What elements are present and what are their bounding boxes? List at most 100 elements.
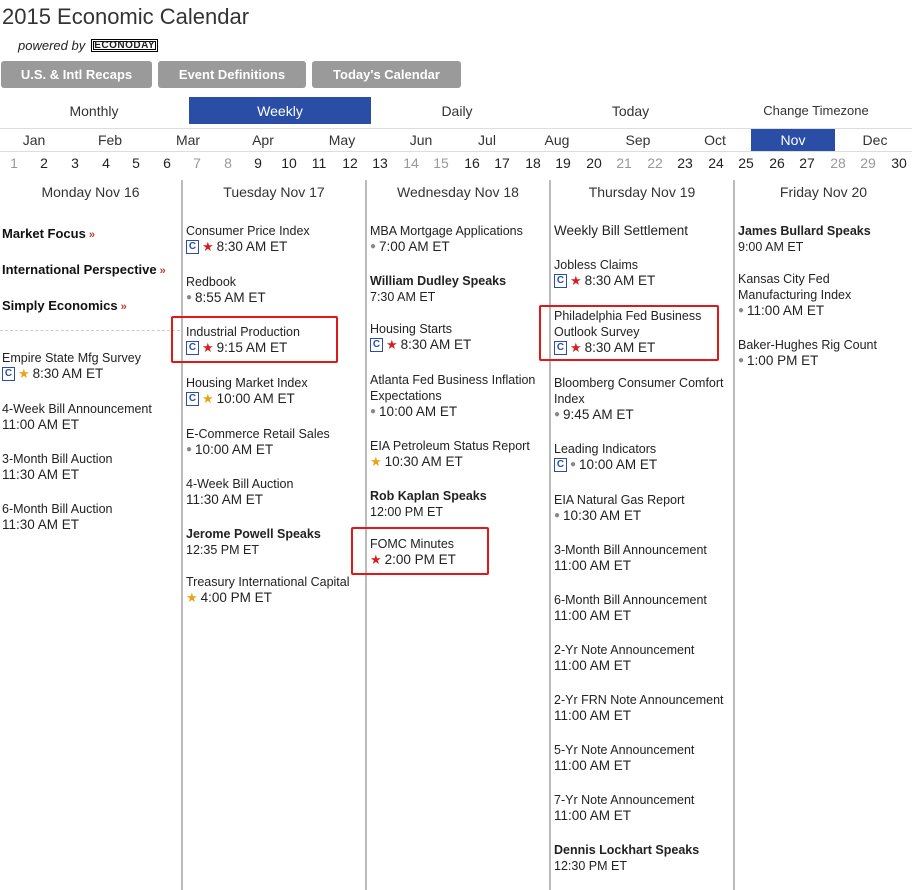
- day-link[interactable]: 28: [826, 155, 850, 171]
- event-name[interactable]: James Bullard Speaks: [738, 223, 871, 239]
- tab-daily[interactable]: Daily: [372, 97, 542, 124]
- day-link[interactable]: 5: [124, 155, 148, 171]
- todays-calendar-button[interactable]: Today's Calendar: [312, 61, 461, 88]
- day-link[interactable]: 16: [460, 155, 484, 171]
- day-link[interactable]: 13: [368, 155, 392, 171]
- event-name[interactable]: Rob Kaplan Speaks: [370, 488, 487, 504]
- day-link[interactable]: 1: [2, 155, 26, 171]
- event-name[interactable]: 6-Month Bill Announcement: [554, 592, 707, 608]
- month-mar[interactable]: Mar: [166, 129, 210, 151]
- event-name[interactable]: 4-Week Bill Auction: [186, 476, 293, 492]
- day-link[interactable]: 11: [307, 155, 331, 171]
- consensus-icon[interactable]: C: [554, 274, 567, 288]
- event-name[interactable]: Consumer Price Index: [186, 223, 310, 239]
- day-link[interactable]: 19: [551, 155, 575, 171]
- day-link[interactable]: 30: [887, 155, 911, 171]
- econoday-logo[interactable]: ECONODAY: [91, 39, 159, 52]
- event-item[interactable]: Jerome Powell Speaks 12:35 PM ET: [186, 526, 321, 558]
- month-apr[interactable]: Apr: [241, 129, 285, 151]
- event-item[interactable]: 3-Month Bill Announcement 11:00 AM ET: [554, 542, 707, 574]
- event-item[interactable]: Redbook ● 8:55 AM ET: [186, 274, 266, 306]
- month-jul[interactable]: Jul: [465, 129, 509, 151]
- event-name[interactable]: 3-Month Bill Announcement: [554, 542, 707, 558]
- event-item[interactable]: 6-Month Bill Announcement 11:00 AM ET: [554, 592, 707, 624]
- day-link[interactable]: 26: [765, 155, 789, 171]
- day-link[interactable]: 2: [32, 155, 56, 171]
- event-item[interactable]: Bloomberg Consumer Comfort Index ● 9:45 A…: [554, 375, 732, 423]
- tab-weekly[interactable]: Weekly: [189, 97, 371, 124]
- event-item[interactable]: 2-Yr Note Announcement 11:00 AM ET: [554, 642, 694, 674]
- event-item[interactable]: 2-Yr FRN Note Announcement 11:00 AM ET: [554, 692, 724, 724]
- event-item[interactable]: Empire State Mfg Survey C ★ 8:30 AM ET: [2, 350, 141, 382]
- event-name[interactable]: MBA Mortgage Applications: [370, 223, 523, 239]
- event-name[interactable]: Empire State Mfg Survey: [2, 350, 141, 366]
- event-name[interactable]: Bloomberg Consumer Comfort Index: [554, 375, 732, 407]
- event-name[interactable]: William Dudley Speaks: [370, 273, 506, 289]
- day-link[interactable]: 17: [490, 155, 514, 171]
- day-link[interactable]: 4: [94, 155, 118, 171]
- event-item[interactable]: William Dudley Speaks 7:30 AM ET: [370, 273, 506, 305]
- month-aug[interactable]: Aug: [535, 129, 579, 151]
- event-name[interactable]: Dennis Lockhart Speaks: [554, 842, 699, 858]
- consensus-icon[interactable]: C: [186, 392, 199, 406]
- event-name[interactable]: 4-Week Bill Announcement: [2, 401, 152, 417]
- day-link[interactable]: 20: [582, 155, 606, 171]
- event-item[interactable]: Baker-Hughes Rig Count ● 1:00 PM ET: [738, 337, 877, 369]
- event-name[interactable]: 6-Month Bill Auction: [2, 501, 112, 517]
- day-link[interactable]: 8: [216, 155, 240, 171]
- day-link[interactable]: 23: [673, 155, 697, 171]
- event-name[interactable]: Atlanta Fed Business Inflation Expectati…: [370, 372, 546, 404]
- event-name[interactable]: 3-Month Bill Auction: [2, 451, 112, 467]
- event-item[interactable]: Leading Indicators C ● 10:00 AM ET: [554, 441, 657, 473]
- event-name[interactable]: Jobless Claims: [554, 257, 655, 273]
- event-item[interactable]: Housing Market Index C ★ 10:00 AM ET: [186, 375, 308, 407]
- event-name[interactable]: Housing Market Index: [186, 375, 308, 391]
- event-item[interactable]: 5-Yr Note Announcement 11:00 AM ET: [554, 742, 694, 774]
- market-focus-link[interactable]: Market Focus»: [2, 226, 95, 241]
- day-link[interactable]: 22: [643, 155, 667, 171]
- event-name[interactable]: 2-Yr Note Announcement: [554, 642, 694, 658]
- event-item[interactable]: 3-Month Bill Auction 11:30 AM ET: [2, 451, 112, 483]
- event-name[interactable]: 7-Yr Note Announcement: [554, 792, 694, 808]
- event-item[interactable]: Weekly Bill Settlement: [554, 223, 688, 239]
- day-link[interactable]: 9: [246, 155, 270, 171]
- event-name[interactable]: E-Commerce Retail Sales: [186, 426, 330, 442]
- month-jun[interactable]: Jun: [399, 129, 443, 151]
- month-feb[interactable]: Feb: [88, 129, 132, 151]
- event-item[interactable]: 4-Week Bill Auction 11:30 AM ET: [186, 476, 293, 508]
- event-name[interactable]: Leading Indicators: [554, 441, 657, 457]
- event-item[interactable]: EIA Natural Gas Report ● 10:30 AM ET: [554, 492, 685, 524]
- event-item[interactable]: James Bullard Speaks 9:00 AM ET: [738, 223, 871, 255]
- tab-monthly[interactable]: Monthly: [0, 97, 188, 124]
- event-name[interactable]: 5-Yr Note Announcement: [554, 742, 694, 758]
- event-item[interactable]: Consumer Price Index C ★ 8:30 AM ET: [186, 223, 310, 255]
- day-link[interactable]: 21: [612, 155, 636, 171]
- month-nov[interactable]: Nov: [751, 129, 835, 151]
- day-link[interactable]: 24: [704, 155, 728, 171]
- change-timezone-link[interactable]: Change Timezone: [720, 97, 912, 124]
- event-item[interactable]: Housing Starts C ★ 8:30 AM ET: [370, 321, 471, 353]
- event-name[interactable]: Jerome Powell Speaks: [186, 526, 321, 542]
- day-link[interactable]: 10: [277, 155, 301, 171]
- event-item[interactable]: Atlanta Fed Business Inflation Expectati…: [370, 372, 546, 420]
- day-link[interactable]: 15: [429, 155, 453, 171]
- consensus-icon[interactable]: C: [370, 338, 383, 352]
- event-name[interactable]: EIA Petroleum Status Report: [370, 438, 530, 454]
- month-may[interactable]: May: [320, 129, 364, 151]
- event-name[interactable]: Kansas City Fed Manufacturing Index: [738, 271, 888, 303]
- month-oct[interactable]: Oct: [693, 129, 737, 151]
- tab-today[interactable]: Today: [543, 97, 718, 124]
- day-link[interactable]: 14: [399, 155, 423, 171]
- day-link[interactable]: 25: [734, 155, 758, 171]
- event-item[interactable]: EIA Petroleum Status Report ★ 10:30 AM ET: [370, 438, 530, 470]
- day-link[interactable]: 3: [63, 155, 87, 171]
- event-name[interactable]: 2-Yr FRN Note Announcement: [554, 692, 724, 708]
- international-perspective-link[interactable]: International Perspective»: [2, 262, 166, 277]
- day-link[interactable]: 12: [338, 155, 362, 171]
- month-jan[interactable]: Jan: [12, 129, 56, 151]
- month-dec[interactable]: Dec: [853, 129, 897, 151]
- event-item[interactable]: 4-Week Bill Announcement 11:00 AM ET: [2, 401, 152, 433]
- event-name[interactable]: Treasury International Capital: [186, 574, 350, 590]
- event-item[interactable]: Jobless Claims C ★ 8:30 AM ET: [554, 257, 655, 289]
- event-name[interactable]: EIA Natural Gas Report: [554, 492, 685, 508]
